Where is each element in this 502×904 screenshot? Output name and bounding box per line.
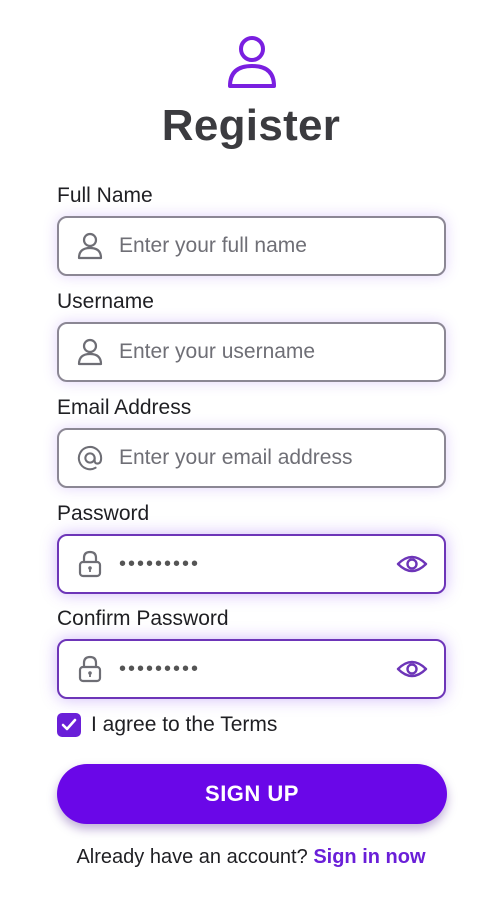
lock-icon bbox=[77, 550, 103, 578]
sign-up-button[interactable]: SIGN UP bbox=[57, 764, 447, 824]
eye-icon[interactable] bbox=[396, 657, 428, 681]
full-name-field[interactable] bbox=[57, 216, 446, 276]
at-icon bbox=[77, 444, 103, 472]
eye-icon[interactable] bbox=[396, 552, 428, 576]
confirm-password-input[interactable] bbox=[119, 657, 389, 681]
sign-in-link[interactable]: Sign in now bbox=[313, 846, 425, 868]
confirm-password-field[interactable] bbox=[57, 639, 446, 699]
check-icon bbox=[61, 718, 77, 731]
account-prompt: Already have an account? bbox=[76, 846, 308, 868]
password-label: Password bbox=[57, 502, 150, 525]
email-field[interactable] bbox=[57, 428, 446, 488]
user-icon bbox=[77, 338, 103, 366]
full-name-input[interactable] bbox=[119, 234, 389, 258]
password-input[interactable] bbox=[119, 552, 389, 576]
password-field[interactable] bbox=[57, 534, 446, 594]
user-icon bbox=[228, 36, 276, 88]
terms-checkbox[interactable] bbox=[57, 713, 81, 737]
terms-label: I agree to the Terms bbox=[91, 713, 278, 736]
username-field[interactable] bbox=[57, 322, 446, 382]
username-input[interactable] bbox=[119, 340, 389, 364]
register-screen: Register Full Name Username Email Addres… bbox=[0, 0, 502, 904]
user-icon bbox=[77, 232, 103, 260]
username-label: Username bbox=[57, 290, 154, 313]
full-name-label: Full Name bbox=[57, 184, 153, 207]
footer: Already have an account? Sign in now bbox=[0, 846, 502, 869]
email-input[interactable] bbox=[119, 446, 389, 470]
lock-icon bbox=[77, 655, 103, 683]
email-label: Email Address bbox=[57, 396, 192, 419]
page-title: Register bbox=[161, 101, 341, 150]
confirm-password-label: Confirm Password bbox=[57, 607, 229, 630]
terms-row: I agree to the Terms bbox=[57, 713, 277, 737]
